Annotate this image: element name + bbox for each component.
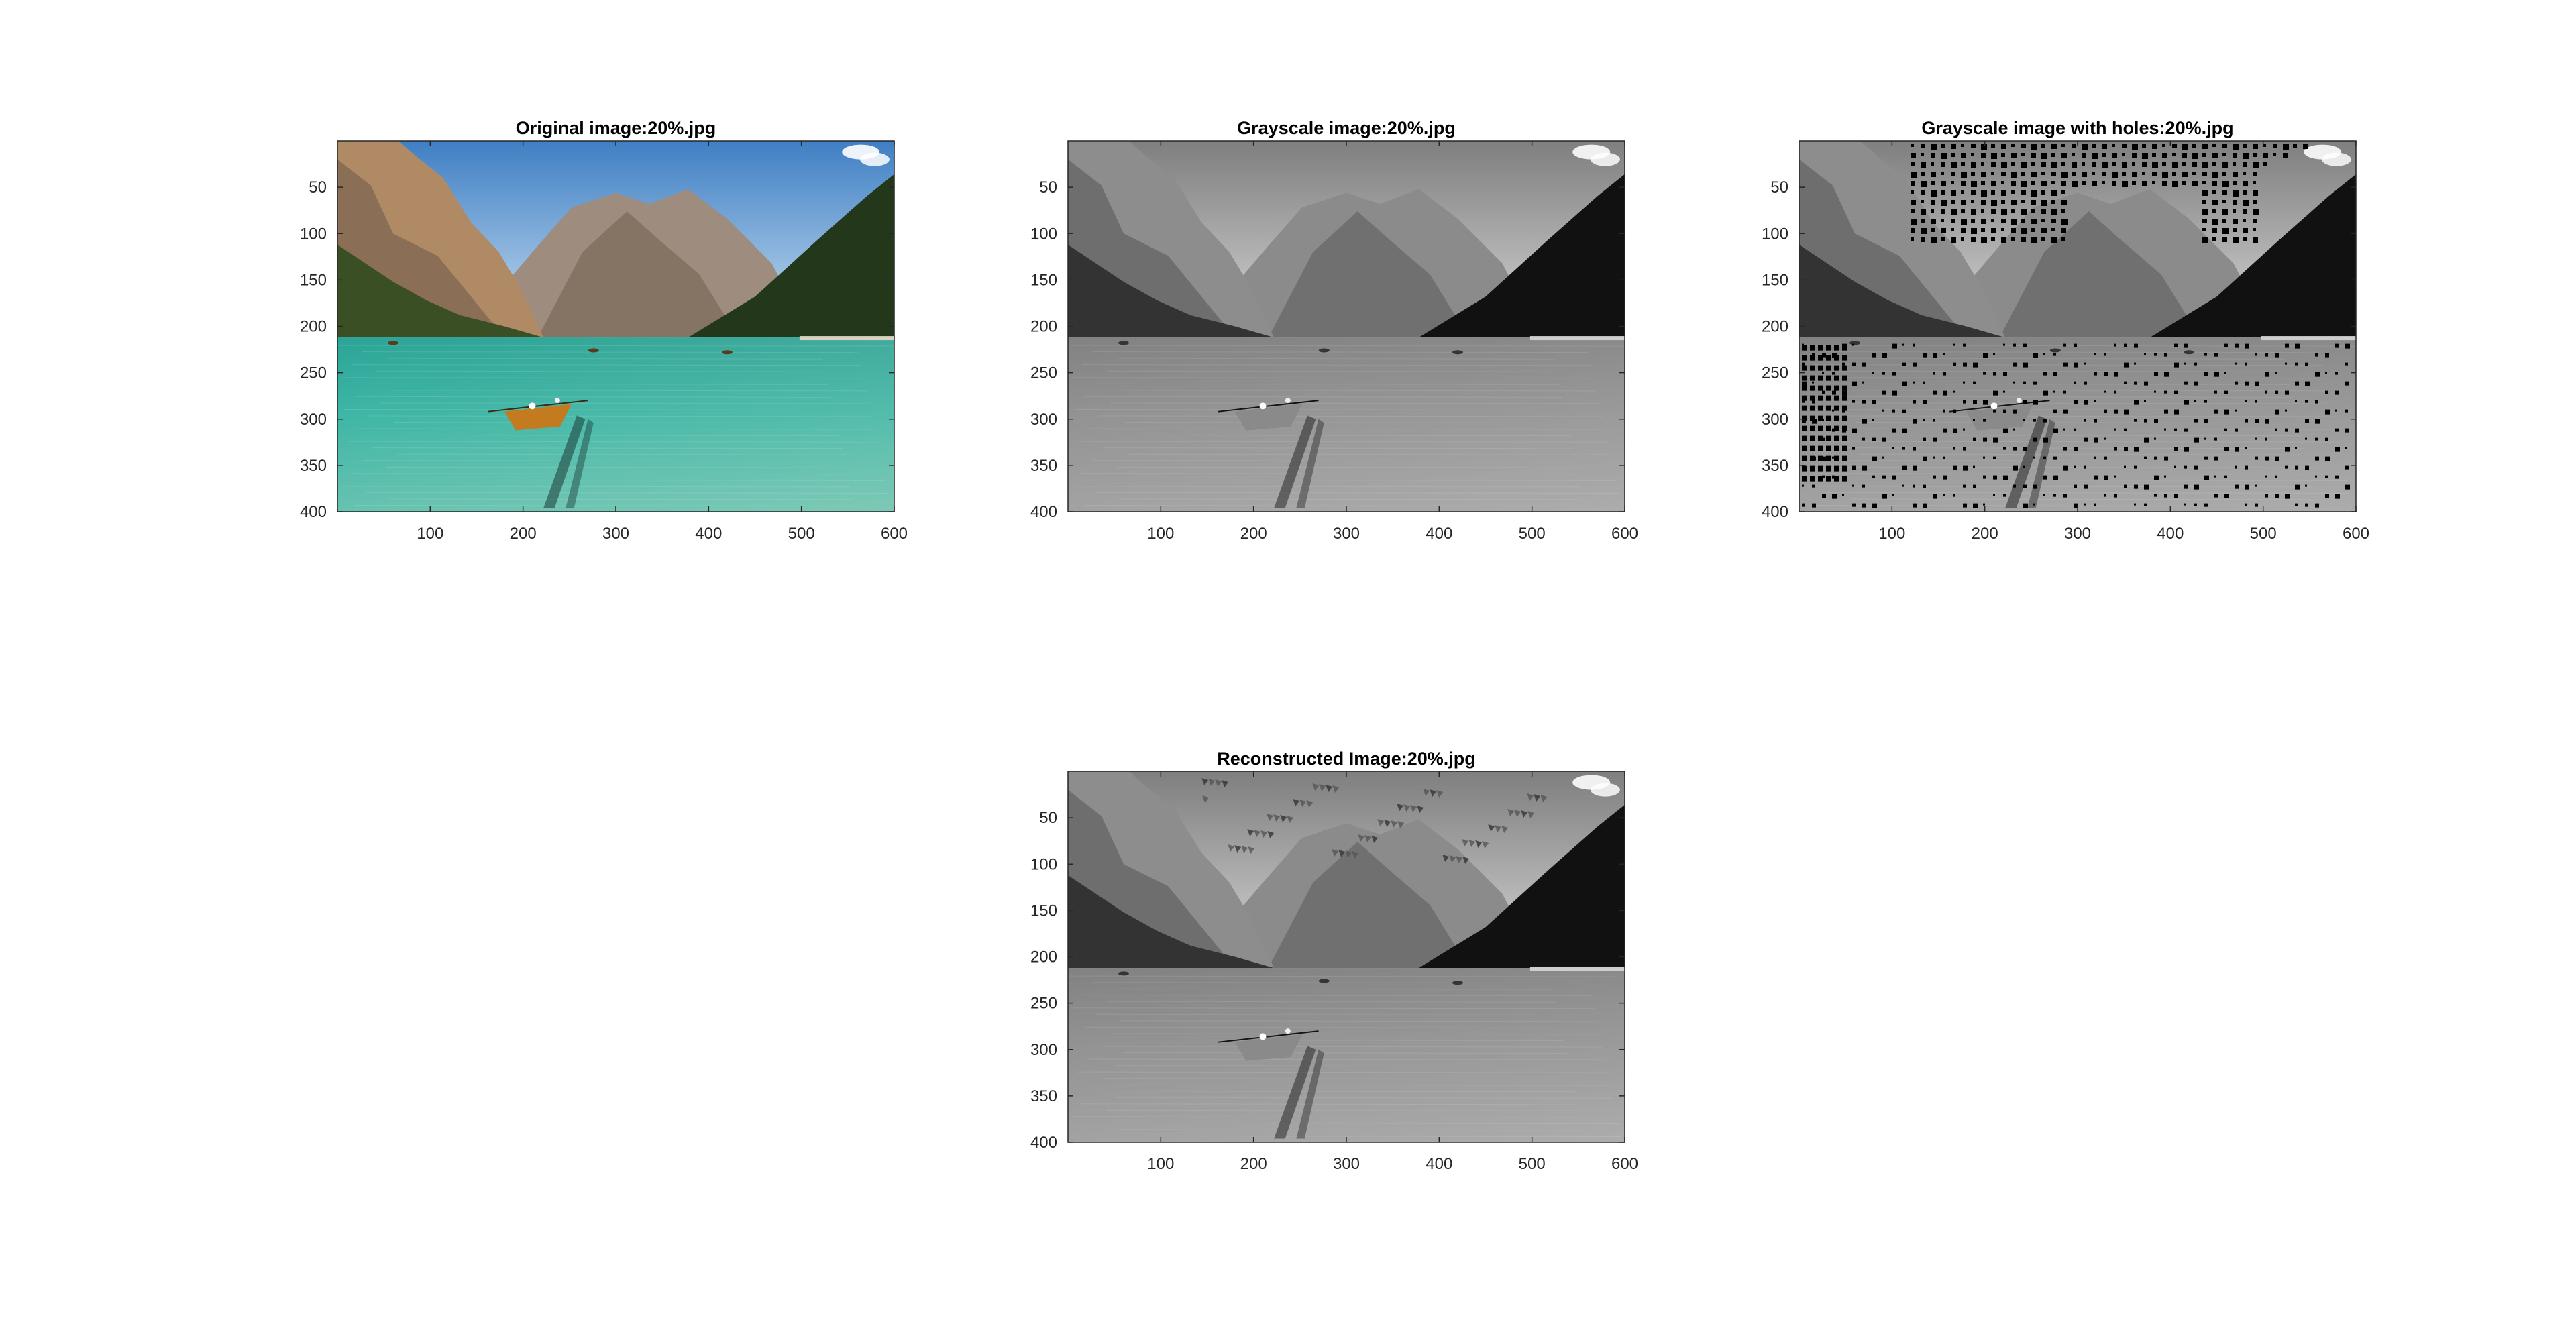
x-tick-label: 400	[1426, 1155, 1452, 1173]
x-tick-label: 300	[1333, 1155, 1360, 1173]
y-tick-label: 300	[1762, 410, 1788, 429]
x-tick-label: 500	[1519, 525, 1546, 543]
axes-holes: 50 100 150 200 250 300 350 400 100 200 300 400 500 60…	[1762, 140, 2369, 543]
x-tick-label: 500	[1519, 1155, 1546, 1173]
x-tick-label: 200	[510, 525, 537, 543]
y-tick-label: 350	[1762, 457, 1788, 475]
x-tick-label: 500	[788, 525, 815, 543]
y-tick-label: 150	[1030, 901, 1057, 920]
x-tick-label: 400	[695, 525, 722, 543]
x-tick-label: 100	[1147, 525, 1174, 543]
axes-original: 50 100 150 200 250 300 350 400 100 200 300 400 500 60…	[300, 140, 908, 543]
y-tick-label: 200	[1762, 318, 1788, 336]
figure-canvas: 50 100 150 200 250 300 350 400 100 200 300 400 500 60…	[300, 140, 2369, 1173]
image-original	[337, 141, 894, 512]
y-tick-label: 150	[300, 271, 327, 289]
y-tick-label: 400	[1030, 1134, 1057, 1152]
y-tick-label: 100	[1030, 225, 1057, 243]
y-tick-label: 250	[1030, 364, 1057, 382]
x-tick-label: 300	[602, 525, 629, 543]
y-tick-label: 50	[1039, 178, 1057, 197]
y-tick-label: 250	[1762, 364, 1788, 382]
image-reconstructed	[1068, 771, 1625, 1142]
y-tick-label: 100	[1030, 855, 1057, 873]
axes-reconstructed: 50 100 150 200 250 300 350 400 100 200 300 400 500 60…	[1030, 771, 1638, 1173]
y-tick-label: 150	[1762, 271, 1788, 289]
y-tick-label: 350	[300, 457, 327, 475]
y-tick-label: 50	[1039, 809, 1057, 827]
y-tick-label: 100	[1762, 225, 1788, 243]
y-tick-label: 400	[1030, 503, 1057, 521]
y-tick-label: 50	[1770, 178, 1788, 197]
y-tick-label: 100	[300, 225, 327, 243]
y-tick-label: 250	[1030, 995, 1057, 1013]
x-tick-label: 100	[417, 525, 443, 543]
y-tick-label: 250	[300, 364, 327, 382]
x-tick-label: 600	[881, 525, 908, 543]
x-tick-label: 400	[2157, 525, 2184, 543]
y-tick-label: 200	[1030, 948, 1057, 967]
y-tick-label: 200	[300, 318, 327, 336]
x-tick-label: 100	[1878, 525, 1905, 543]
y-tick-label: 300	[1030, 410, 1057, 429]
x-tick-label: 300	[1333, 525, 1360, 543]
axes-grayscale: 50 100 150 200 250 300 350 400 100 200 300 400 500 60…	[1030, 140, 1638, 543]
y-tick-label: 50	[309, 178, 327, 197]
x-tick-label: 600	[2343, 525, 2369, 543]
y-tick-label: 350	[1030, 457, 1057, 475]
x-tick-label: 400	[1426, 525, 1452, 543]
y-tick-label: 300	[1030, 1041, 1057, 1059]
x-tick-label: 500	[2250, 525, 2277, 543]
x-tick-label: 200	[1240, 525, 1267, 543]
x-tick-label: 200	[1240, 1155, 1267, 1173]
x-tick-label: 100	[1147, 1155, 1174, 1173]
image-holes	[1799, 141, 2356, 512]
image-grayscale	[1068, 141, 1625, 512]
y-tick-label: 350	[1030, 1087, 1057, 1105]
y-tick-label: 400	[300, 503, 327, 521]
x-tick-label: 300	[2064, 525, 2091, 543]
y-tick-label: 200	[1030, 318, 1057, 336]
y-tick-label: 300	[300, 410, 327, 429]
x-tick-label: 600	[1611, 525, 1638, 543]
x-tick-label: 200	[1972, 525, 1998, 543]
x-tick-label: 600	[1611, 1155, 1638, 1173]
y-tick-label: 400	[1762, 503, 1788, 521]
y-tick-label: 150	[1030, 271, 1057, 289]
